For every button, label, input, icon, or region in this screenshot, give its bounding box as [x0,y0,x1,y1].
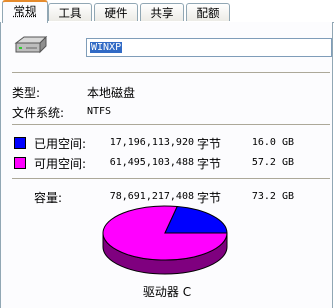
used-space-size: 16.0 GB [251,137,294,148]
tab-general[interactable]: 常规 [2,0,48,23]
disk-usage-pie [102,205,228,275]
used-space-swatch [14,137,26,149]
tab-general-label: 常规 [13,4,37,18]
hard-drive-icon [14,36,48,54]
used-space-bytes: 17,196,113,920 [109,137,194,148]
divider-bottom [12,178,330,179]
free-space-bytes: 61,495,103,488 [109,157,194,168]
drive-name-value: WINXP [90,42,123,53]
capacity-bytes: 78,691,217,408 [109,191,194,202]
type-label: 类型: [12,86,41,100]
divider-middle [12,124,330,125]
tab-quota-label: 配额 [196,6,220,20]
free-space-swatch [14,157,26,169]
free-space-label: 可用空间: [34,157,87,171]
tab-sharing[interactable]: 共享 [140,3,184,21]
tab-hardware[interactable]: 硬件 [94,3,138,21]
capacity-size: 73.2 GB [251,191,294,202]
tab-hardware-label: 硬件 [104,6,128,20]
tab-sharing-label: 共享 [150,6,174,20]
drive-name-input[interactable]: WINXP [86,38,332,57]
filesystem-label: 文件系统: [12,106,65,120]
tab-tools[interactable]: 工具 [48,3,92,21]
filesystem-value: NTFS [87,106,112,117]
tab-quota[interactable]: 配额 [186,3,230,21]
used-space-label: 已用空间: [34,137,87,151]
free-space-size: 57.2 GB [251,157,294,168]
drive-label: 驱动器 C [142,285,192,299]
tab-tools-label: 工具 [58,6,82,20]
used-space-unit: 字节 [197,137,222,151]
free-space-unit: 字节 [197,157,222,171]
tab-strip: 常规 工具 硬件 共享 配额 [0,0,334,23]
divider-top [12,72,330,73]
type-value: 本地磁盘 [87,86,136,100]
